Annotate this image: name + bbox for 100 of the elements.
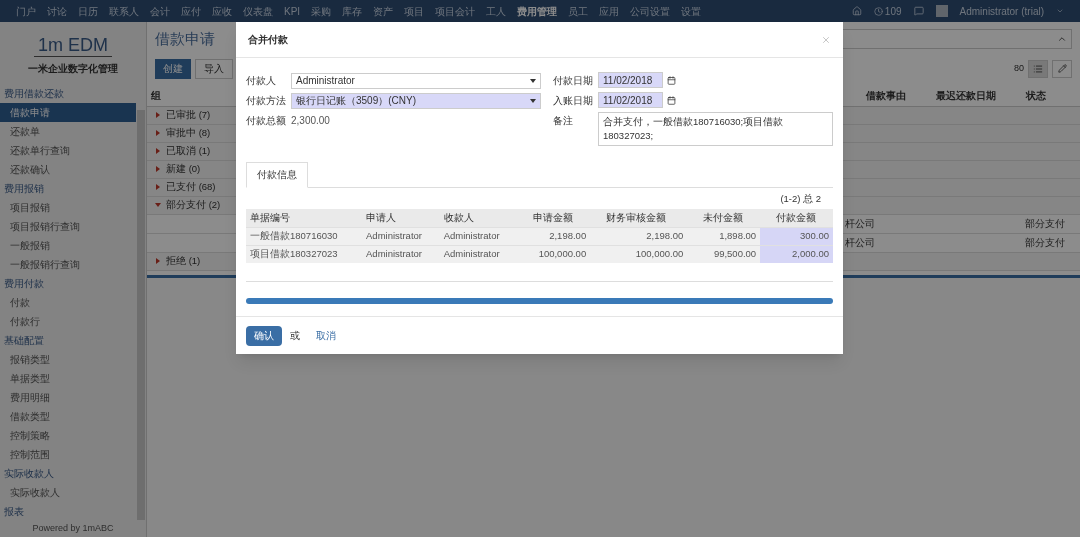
calendar-icon[interactable] — [667, 75, 676, 85]
sidebar-item[interactable]: 付款 — [0, 293, 136, 312]
table-cell: Administrator — [362, 245, 440, 264]
sidebar-section-title: 基础配置 — [3, 334, 45, 348]
nav-menu-item[interactable]: KPI — [284, 3, 301, 19]
confirm-button[interactable]: 确认 — [246, 325, 282, 346]
nav-menu-item[interactable]: 门户 — [16, 3, 36, 19]
column-header: 未付金额 — [687, 209, 761, 228]
sidebar-item[interactable]: 实际收款人 — [0, 483, 136, 502]
sidebar-section-title: 实际收款人 — [3, 467, 55, 481]
table-cell: Administrator — [439, 245, 518, 264]
sidebar-item[interactable]: 还款单 — [0, 122, 136, 141]
list-view-icon[interactable] — [1028, 59, 1048, 78]
table-cell: 99,500.00 — [687, 245, 761, 264]
nav-menu-item[interactable]: 公司设置 — [630, 3, 671, 19]
field-label: 备注 — [553, 114, 574, 128]
dropdown-arrow-icon — [530, 78, 536, 83]
sidebar-item[interactable]: 还款单行查询 — [0, 141, 136, 160]
or-text: 或 — [290, 329, 300, 344]
sidebar-item[interactable]: 付款行 — [0, 312, 136, 331]
field-label: 付款人 — [246, 74, 277, 88]
sidebar-item[interactable]: 控制范围 — [0, 445, 136, 464]
table-cell: 100,000.00 — [517, 245, 591, 264]
column-header: 付款金额 — [760, 209, 833, 228]
clock-icon[interactable] — [873, 6, 883, 16]
dropdown-arrow-icon — [530, 98, 536, 103]
group-label: 已审批 (7) — [166, 107, 211, 122]
sidebar-section-title: 报表 — [3, 505, 25, 519]
notes-field[interactable]: 合并支付，一般借款180716030;项目借款180327023; — [598, 112, 833, 146]
sidebar-item[interactable]: 报销类型 — [0, 350, 136, 369]
field-label: 付款总额 — [246, 114, 287, 128]
nav-menu-item[interactable]: 应用 — [599, 3, 620, 19]
nav-menu-item[interactable]: 讨论 — [47, 3, 67, 19]
column-header: 单据编号 — [246, 209, 362, 228]
close-icon[interactable] — [821, 34, 831, 45]
sidebar-item[interactable]: 借款申请 — [0, 103, 136, 122]
chat-icon[interactable] — [913, 6, 924, 16]
field-label: 付款日期 — [553, 74, 594, 88]
column-header: 组 — [151, 88, 161, 103]
column-header: 最迟还款日期 — [936, 88, 997, 103]
toolbar-button[interactable]: 创建 — [155, 58, 191, 79]
table-cell: Administrator — [362, 227, 440, 246]
group-label: 部分支付 (2) — [166, 197, 221, 212]
nav-menu-item[interactable]: 项目 — [404, 3, 425, 19]
record-count: 80 — [1014, 61, 1024, 75]
form-view-icon[interactable] — [1052, 59, 1072, 78]
sidebar-section-title: 费用借款还款 — [3, 87, 65, 101]
nav-menu-item[interactable]: 库存 — [342, 3, 363, 19]
table-cell: 2,198.00 — [590, 227, 688, 246]
column-header: 借款事由 — [866, 88, 907, 103]
sidebar-item[interactable]: 费用明细 — [0, 388, 136, 407]
nav-menu-item[interactable]: 设置 — [681, 3, 702, 19]
nav-menu-item[interactable]: 员工 — [568, 3, 589, 19]
caret-icon — [1056, 7, 1064, 15]
table-cell: 2,198.00 — [517, 227, 591, 246]
sidebar-item[interactable]: 控制策略 — [0, 426, 136, 445]
field-label: 入账日期 — [553, 94, 594, 108]
nav-menu-item[interactable]: 会计 — [150, 3, 170, 19]
powered-by-text: Powered by 1mABC — [31, 521, 115, 535]
table-cell: 一般借款180716030 — [246, 227, 362, 246]
column-header: 申请人 — [362, 209, 440, 228]
page-title: 借款申请 — [155, 29, 215, 49]
select-field[interactable]: 银行日记账（3509）(CNY) — [291, 92, 541, 109]
user-menu[interactable]: Administrator (trial) — [959, 3, 1044, 19]
nav-menu-item[interactable]: 工人 — [486, 3, 507, 19]
group-label: 新建 (0) — [166, 161, 201, 176]
group-label: 审批中 (8) — [166, 125, 211, 140]
nav-menu-item[interactable]: 资产 — [373, 3, 394, 19]
logo: 1m EDM — [34, 34, 112, 57]
table-cell-text: 部分支付 — [1025, 236, 1066, 250]
toolbar-button[interactable]: 导入 — [195, 58, 233, 79]
group-label: 已支付 (68) — [166, 179, 216, 194]
nav-menu-item[interactable]: 项目会计 — [435, 3, 476, 19]
amount-input[interactable]: 300.00 — [760, 227, 833, 246]
select-field[interactable]: Administrator — [291, 72, 541, 89]
cancel-link[interactable]: 取消 — [316, 328, 336, 344]
nav-menu-item[interactable]: 应付 — [181, 3, 201, 19]
nav-menu-item[interactable]: 日历 — [78, 3, 98, 19]
tab[interactable]: 付款信息 — [246, 162, 308, 188]
date-field[interactable]: 11/02/2018 — [598, 92, 663, 108]
column-header: 财务审核金额 — [590, 209, 688, 228]
sidebar-item[interactable]: 还款确认 — [0, 160, 136, 179]
nav-menu-item[interactable]: 应收 — [212, 3, 232, 19]
sidebar-item[interactable]: 项目报销 — [0, 198, 136, 217]
column-header: 状态 — [1026, 88, 1047, 103]
nav-menu-item[interactable]: 联系人 — [109, 3, 139, 19]
sidebar-item[interactable]: 单据类型 — [0, 369, 136, 388]
avatar — [935, 5, 948, 17]
amount-input[interactable]: 2,000.00 — [760, 245, 833, 264]
field-value: 2,300.00 — [291, 114, 330, 128]
nav-menu-item[interactable]: 费用管理 — [517, 3, 558, 19]
table-cell-text: 杆公司 — [845, 236, 876, 250]
sidebar-item[interactable]: 借款类型 — [0, 407, 136, 426]
notification-count[interactable]: 109 — [884, 3, 902, 19]
sidebar-item[interactable]: 项目报销行查询 — [0, 217, 136, 236]
calendar-icon[interactable] — [667, 95, 676, 105]
nav-menu-item[interactable]: 仪表盘 — [243, 3, 273, 19]
home-icon[interactable] — [851, 6, 862, 16]
nav-menu-item[interactable]: 采购 — [311, 3, 332, 19]
date-field[interactable]: 11/02/2018 — [598, 72, 663, 88]
